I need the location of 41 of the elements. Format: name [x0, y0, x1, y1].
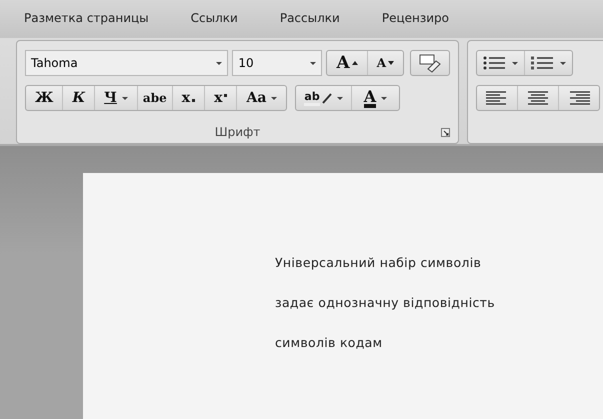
strike-button[interactable]: abe	[138, 86, 173, 110]
caret-icon	[512, 62, 518, 64]
caret-icon	[310, 62, 316, 64]
ribbon-tab[interactable]: Разметка страницы	[24, 9, 149, 29]
font-name-dropdown[interactable]: Tahoma	[25, 50, 228, 76]
ribbon-tab[interactable]: Рассылки	[280, 9, 340, 29]
pen-icon	[322, 92, 332, 104]
italic-button[interactable]: К	[63, 86, 96, 110]
sub-button[interactable]: x	[172, 86, 206, 110]
shrink-font-button[interactable]: A	[368, 51, 403, 75]
align-center-icon	[527, 91, 549, 105]
down-caret-icon	[388, 60, 394, 66]
document-text-line: Універсальний набір символів	[275, 255, 482, 272]
caret-icon	[271, 96, 278, 100]
up-caret-icon	[352, 60, 358, 66]
caret-icon	[336, 96, 343, 100]
group-title: Шрифт	[214, 124, 260, 138]
eraser-icon	[418, 53, 442, 73]
font-color-button[interactable]: A	[352, 86, 400, 110]
numbered-list-icon	[531, 56, 555, 70]
document-text-line: задає однозначну відповідність	[275, 295, 496, 312]
underline-button[interactable]: Ч	[95, 86, 138, 110]
caret-icon	[216, 62, 222, 64]
align-left-icon	[486, 91, 508, 105]
caret-icon	[560, 62, 566, 64]
caret-icon	[122, 96, 128, 100]
sup-button[interactable]: x	[205, 86, 238, 110]
document-text-line: символів кодам	[275, 335, 384, 352]
ribbon-tab[interactable]: Ссылки	[190, 9, 238, 29]
font-size-dropdown[interactable]: 10	[232, 50, 322, 76]
bold-button[interactable]: Ж	[26, 86, 64, 110]
case-button[interactable]: Aa	[237, 86, 286, 110]
caret-icon	[381, 96, 388, 100]
ribbon-tab[interactable]: Рецензиро	[382, 9, 449, 29]
superscript-mark-icon	[224, 94, 228, 97]
highlight-button[interactable]: ab	[296, 86, 352, 110]
subscript-mark-icon	[192, 99, 196, 102]
align-right-icon	[568, 91, 590, 105]
grow-font-button[interactable]: A	[327, 51, 368, 75]
bullet-list-icon	[483, 56, 507, 70]
dialog-launcher-icon[interactable]	[441, 128, 450, 137]
